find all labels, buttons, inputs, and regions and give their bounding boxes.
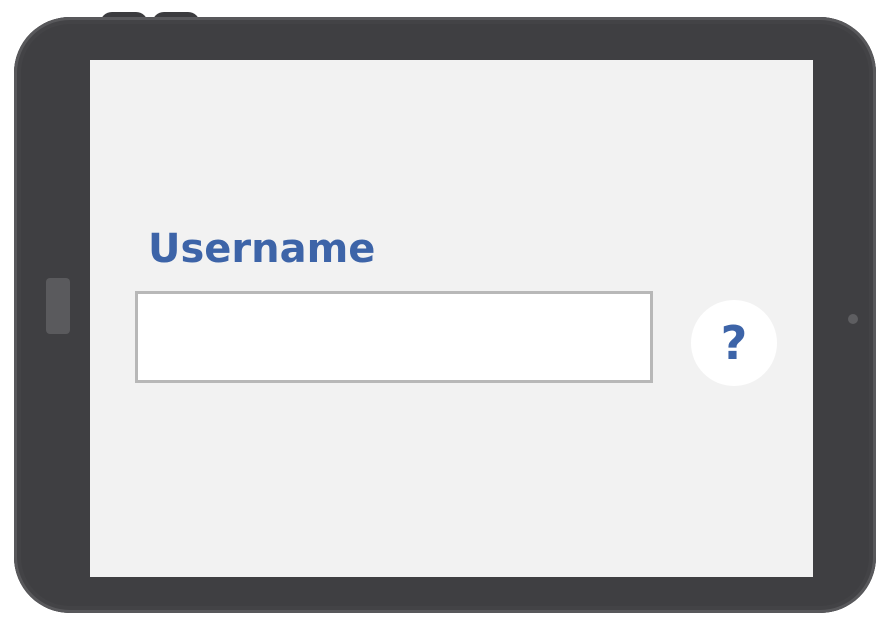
tablet-illustration: Username ? <box>0 0 879 617</box>
username-label: Username <box>148 226 376 272</box>
tablet-screen: Username ? <box>90 60 813 577</box>
question-mark-icon: ? <box>720 316 748 370</box>
username-input[interactable] <box>135 291 653 383</box>
help-button[interactable]: ? <box>691 300 777 386</box>
tablet-home-button <box>46 278 70 334</box>
tablet-camera <box>848 314 858 324</box>
